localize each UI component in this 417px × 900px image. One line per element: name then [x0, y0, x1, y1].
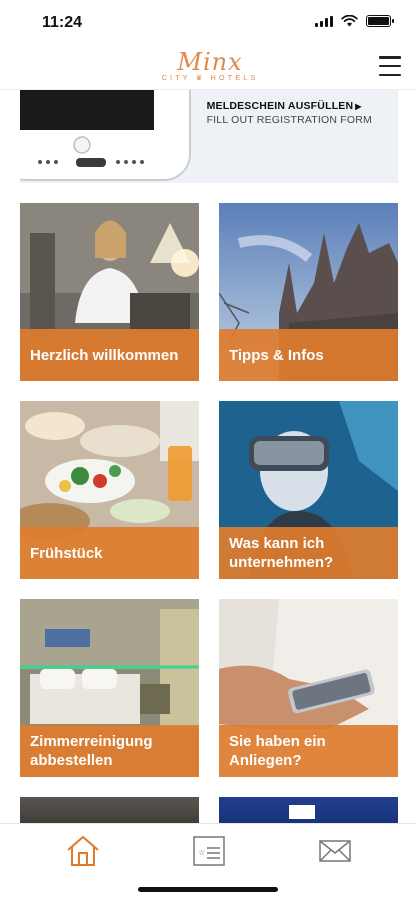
cellular-signal-icon [315, 15, 333, 27]
tile-label: Herzlich willkommen [30, 346, 179, 364]
tile-concerns[interactable]: Sie haben ein Anliegen? [219, 599, 398, 777]
status-time: 11:24 [42, 14, 83, 31]
tile-label: Tipps & Infos [229, 346, 324, 364]
home-icon[interactable] [65, 834, 101, 868]
registration-subtitle: FILL OUT REGISTRATION FORM [206, 114, 372, 126]
battery-icon [366, 15, 394, 27]
tile-tips-info[interactable]: Tipps & Infos [219, 203, 398, 381]
tile-activities[interactable]: Was kann ich unternehmen? [219, 401, 398, 579]
registration-title: MELDESCHEIN AUSFÜLLEN [206, 100, 354, 112]
tile-breakfast[interactable]: Frühstück [20, 401, 199, 579]
smartphone-illustration [20, 90, 191, 181]
mail-icon[interactable] [317, 834, 353, 868]
svg-text:☆: ☆ [198, 848, 205, 857]
play-arrow-icon: ▶ [355, 102, 362, 111]
minx-hotels-logo: Minx CITY ♛ HOTELS [161, 48, 259, 82]
guest-card-icon[interactable]: ☆ [191, 834, 227, 868]
wifi-icon [341, 15, 358, 27]
registration-form-banner[interactable]: MELDESCHEIN AUSFÜLLEN ▶ FILL OUT REGISTRA… [20, 90, 398, 183]
tile-label: Sie haben ein Anliegen? [229, 733, 326, 769]
menu-icon[interactable] [379, 56, 401, 76]
tile-label: Was kann ich unternehmen? [229, 535, 334, 571]
tile-label: Zimmerreinigung abbestellen [30, 733, 153, 769]
tile-welcome[interactable]: Herzlich willkommen [20, 203, 199, 381]
tile-cancel-room-cleaning[interactable]: Zimmerreinigung abbestellen [20, 599, 199, 777]
home-indicator[interactable] [138, 887, 278, 892]
tile-label: Frühstück [30, 544, 103, 562]
status-bar: 11:24 [0, 0, 417, 48]
app-header: Minx CITY ♛ HOTELS [0, 48, 417, 90]
